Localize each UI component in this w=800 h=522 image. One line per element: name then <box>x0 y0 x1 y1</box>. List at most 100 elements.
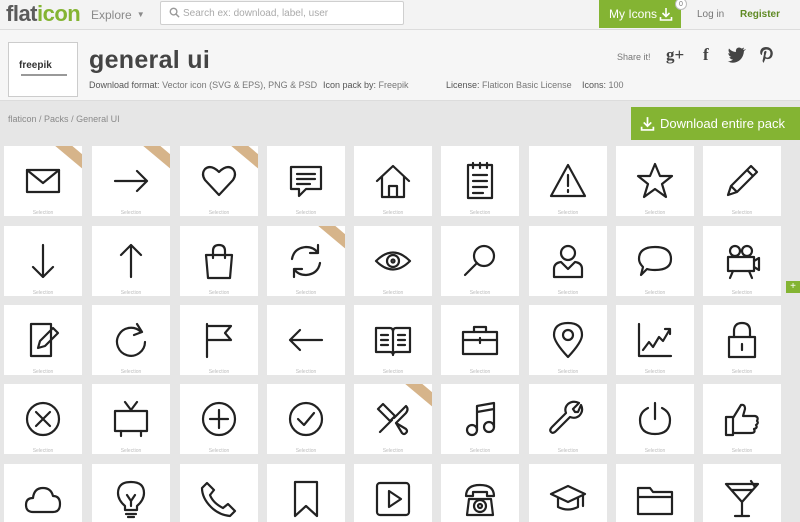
icon-tile[interactable]: Selection <box>529 146 607 216</box>
user-icon <box>552 244 584 279</box>
pack-by-link[interactable]: Freepik <box>379 80 409 90</box>
pinterest-icon[interactable] <box>758 46 774 64</box>
icon-tile[interactable]: Selection <box>616 146 694 216</box>
google-plus-icon[interactable]: g+ <box>666 45 684 65</box>
logo-tagline-line <box>21 74 67 76</box>
facebook-icon[interactable]: f <box>703 45 709 65</box>
icon-tile[interactable]: Selection <box>92 384 170 454</box>
license-meta: License: Flaticon Basic License <box>446 80 572 90</box>
line-chart-icon <box>637 322 673 358</box>
license-link[interactable]: Flaticon Basic License <box>482 80 572 90</box>
icon-tile[interactable]: Selection <box>4 146 82 216</box>
telephone-icon <box>200 481 237 518</box>
light-bulb-icon <box>116 480 146 519</box>
icon-tile[interactable]: Selection <box>529 305 607 375</box>
icon-tile[interactable]: Selection <box>180 226 258 296</box>
music-note-icon <box>465 401 496 437</box>
icon-tile[interactable]: Selection <box>441 305 519 375</box>
download-icon <box>659 8 673 21</box>
icon-tile[interactable]: Selection <box>267 146 345 216</box>
icon-tile[interactable]: Selection <box>529 226 607 296</box>
icon-tile[interactable]: Selection <box>354 384 432 454</box>
download-entire-pack-button[interactable]: Download entire pack <box>631 107 800 140</box>
flaticon-logo[interactable]: flaticon <box>6 1 81 27</box>
icon-tile[interactable]: Selection <box>703 305 781 375</box>
license-label: License: <box>446 80 480 90</box>
icon-tile[interactable]: Selection <box>180 384 258 454</box>
power-icon <box>638 401 672 436</box>
tile-caption: Selection <box>120 290 142 296</box>
icon-tile[interactable]: Selection <box>92 226 170 296</box>
my-icons-button[interactable]: My Icons 0 <box>599 0 687 28</box>
icon-tile[interactable]: Selection <box>92 146 170 216</box>
check-circle-icon <box>288 401 324 437</box>
icon-tile[interactable]: Selection <box>703 226 781 296</box>
register-link[interactable]: Register <box>740 9 780 20</box>
icon-tile[interactable]: Selection <box>180 146 258 216</box>
icon-tile[interactable]: Selection <box>441 464 519 522</box>
up-arrow-icon <box>119 243 143 279</box>
download-icon <box>640 117 655 131</box>
icon-tile[interactable]: Selection <box>267 226 345 296</box>
search-input[interactable]: Search ex: download, label, user <box>160 1 404 25</box>
icon-tile[interactable]: Selection <box>441 146 519 216</box>
icon-tile[interactable]: Selection <box>4 226 82 296</box>
icon-tile[interactable]: Selection <box>616 384 694 454</box>
tile-caption: Selection <box>382 290 404 296</box>
icon-tile[interactable]: Selection <box>529 464 607 522</box>
tools-icon <box>376 402 409 436</box>
explore-menu[interactable]: Explore ▼ <box>91 8 145 22</box>
tile-caption: Selection <box>382 210 404 216</box>
chat-bubble-icon <box>637 245 673 277</box>
icon-tile[interactable]: Selection <box>180 305 258 375</box>
pack-author-meta: Icon pack by: Freepik <box>323 80 409 90</box>
icon-tile[interactable]: Selection <box>354 305 432 375</box>
icon-tile[interactable]: Selection <box>616 226 694 296</box>
explore-label: Explore <box>91 8 132 22</box>
tile-caption: Selection <box>208 448 230 454</box>
icon-tile[interactable]: Selection <box>92 464 170 522</box>
icon-tile[interactable]: Selection <box>703 384 781 454</box>
breadcrumb-flaticon[interactable]: flaticon <box>8 114 37 124</box>
login-link[interactable]: Log in <box>697 9 724 20</box>
icon-tile[interactable]: Selection <box>441 226 519 296</box>
icon-tile[interactable]: Selection <box>616 464 694 522</box>
icon-tile[interactable]: Selection <box>703 146 781 216</box>
speech-bubble-icon <box>289 165 323 198</box>
icon-tile[interactable]: Selection <box>441 384 519 454</box>
icon-tile[interactable]: Selection <box>267 464 345 522</box>
icon-tile[interactable]: Selection <box>354 146 432 216</box>
down-arrow-icon <box>31 243 55 279</box>
pencil-icon <box>726 164 759 197</box>
icon-tile[interactable]: Selection <box>4 464 82 522</box>
icon-tile[interactable]: Selection <box>354 226 432 296</box>
side-collection-tab[interactable]: + <box>786 281 800 293</box>
breadcrumb-packs[interactable]: Packs <box>44 114 69 124</box>
icon-tile[interactable]: Selection <box>180 464 258 522</box>
icon-tile[interactable]: Selection <box>267 305 345 375</box>
tile-caption: Selection <box>208 290 230 296</box>
reload-icon <box>115 322 147 357</box>
tile-caption: Selection <box>469 448 491 454</box>
tile-caption: Selection <box>557 448 579 454</box>
download-entire-pack-label: Download entire pack <box>660 116 786 131</box>
icon-tile[interactable]: Selection <box>267 384 345 454</box>
author-avatar[interactable]: freepik <box>8 42 78 97</box>
icon-tile[interactable]: Selection <box>354 464 432 522</box>
twitter-icon[interactable] <box>727 47 747 63</box>
tile-caption: Selection <box>295 210 317 216</box>
icon-tile[interactable]: Selection <box>616 305 694 375</box>
icon-tile[interactable]: Selection <box>529 384 607 454</box>
icon-tile[interactable]: Selection <box>92 305 170 375</box>
download-format-meta: Download format: Vector icon (SVG & EPS)… <box>89 80 317 90</box>
icon-tile[interactable]: Selection <box>4 305 82 375</box>
tile-caption: Selection <box>208 210 230 216</box>
left-arrow-icon <box>288 328 324 352</box>
icons-count-value: 100 <box>608 80 624 90</box>
tile-caption: Selection <box>469 210 491 216</box>
eye-icon <box>374 251 412 271</box>
share-label: Share it! <box>617 52 651 62</box>
icon-tile[interactable]: Selection <box>4 384 82 454</box>
pack-by-label: Icon pack by: <box>323 80 377 90</box>
icon-tile[interactable]: Selection <box>703 464 781 522</box>
